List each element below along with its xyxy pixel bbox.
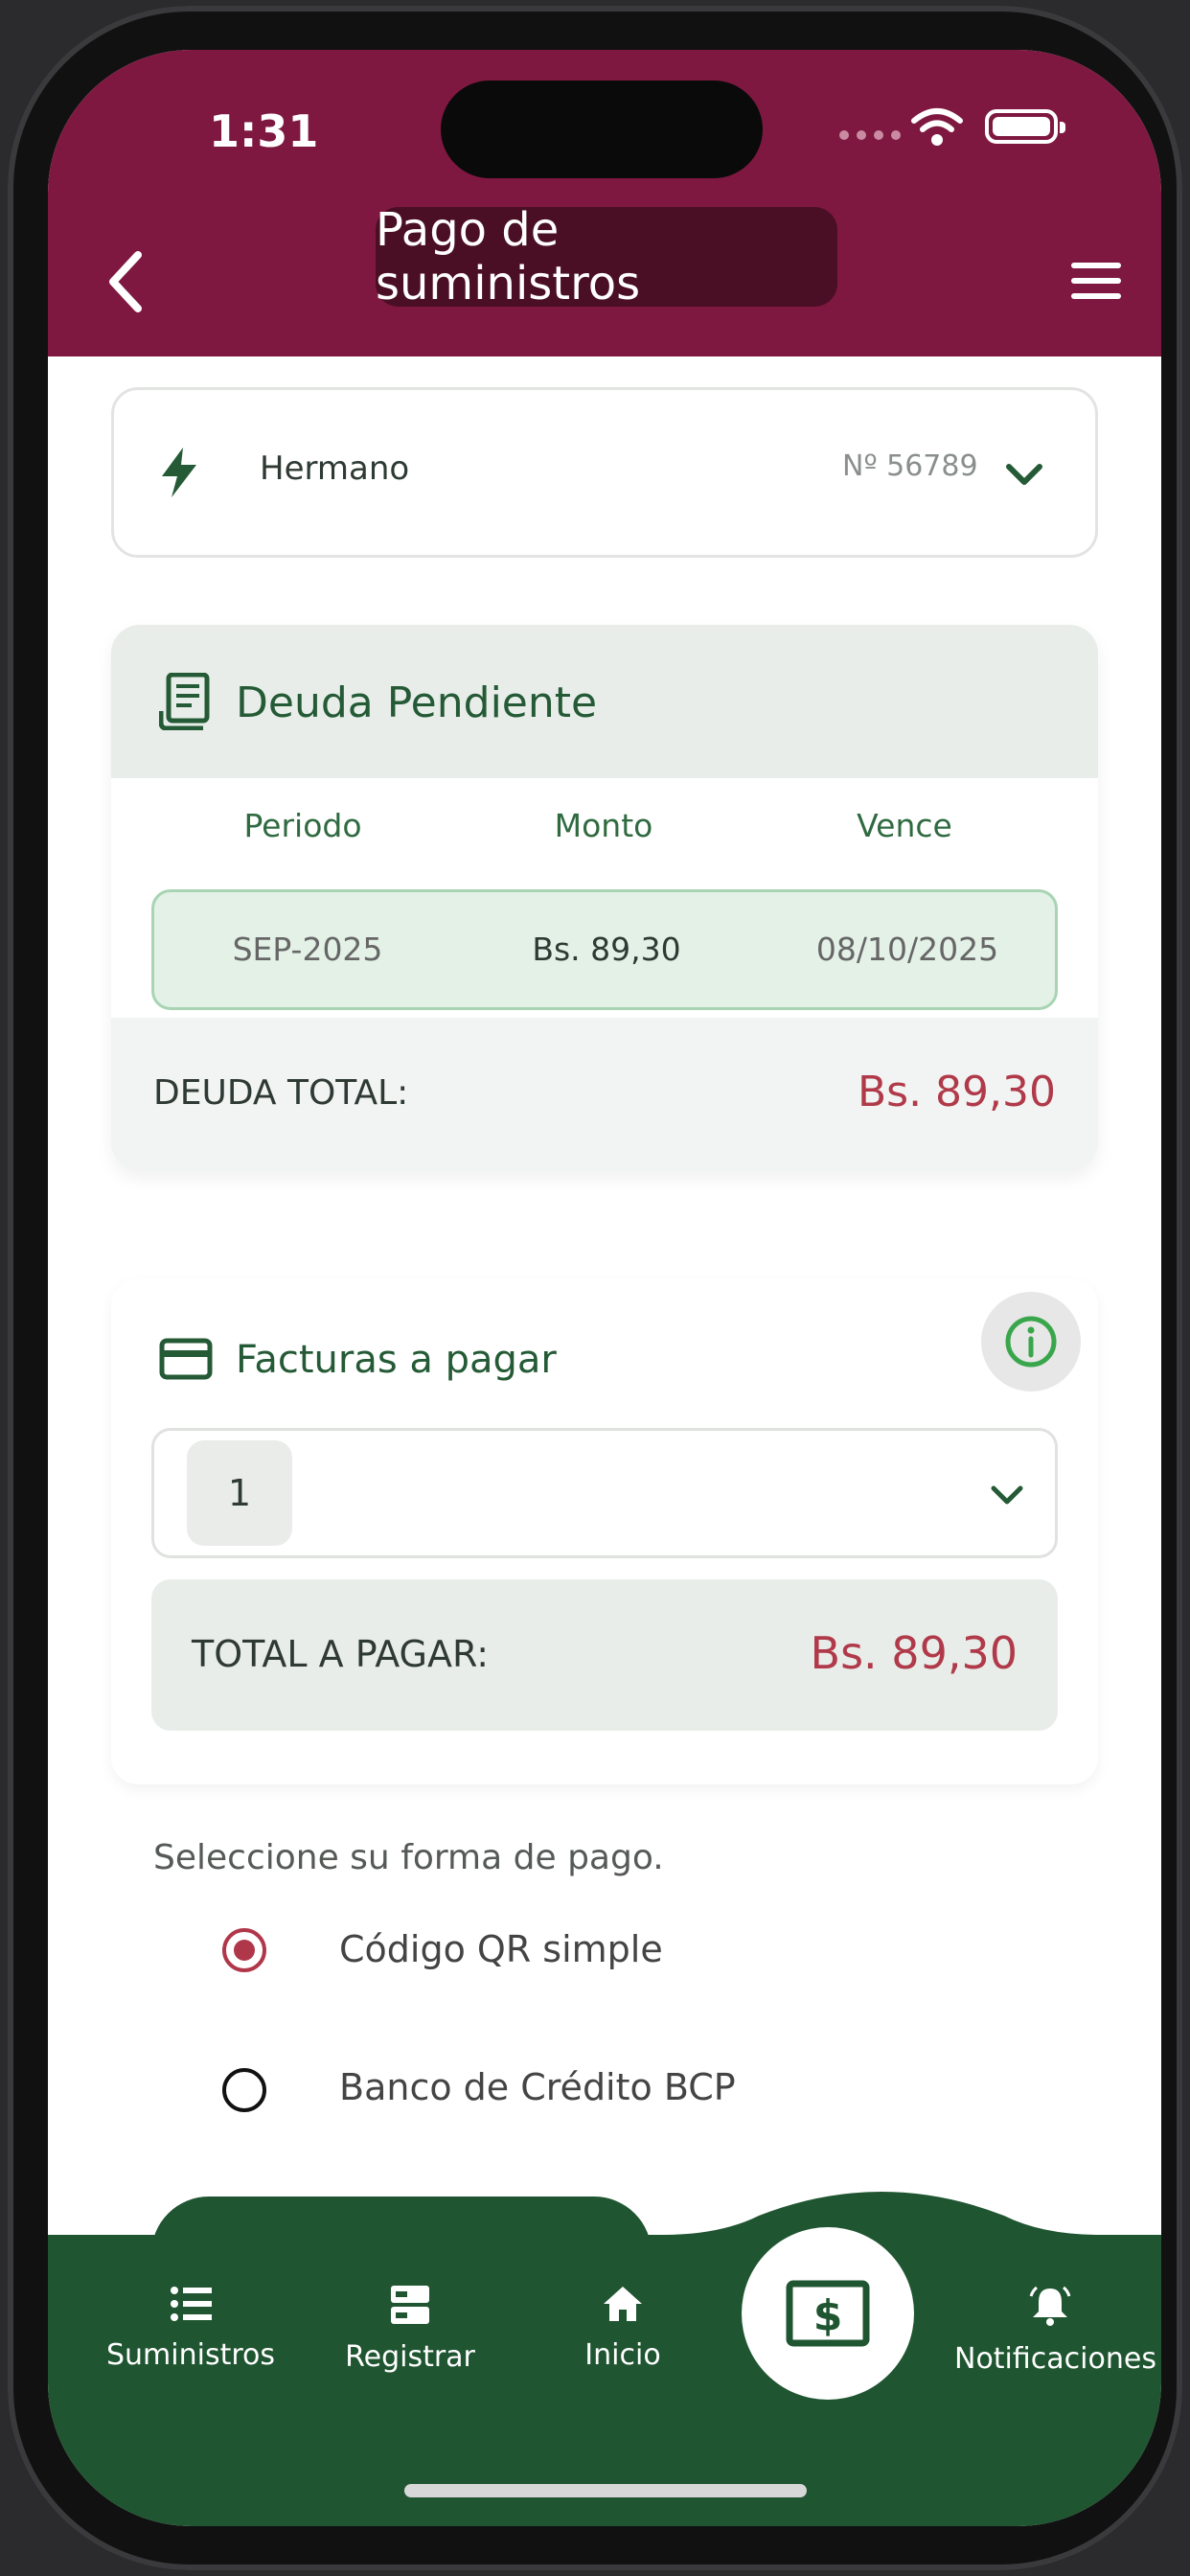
dollar-bill-icon: $ — [786, 2280, 870, 2347]
column-header-period: Periodo — [243, 807, 362, 844]
nav-item-inicio[interactable]: Inicio — [546, 2285, 699, 2372]
payment-prompt: Seleccione su forma de pago. — [153, 1838, 664, 1877]
receipt-icon — [159, 673, 210, 730]
nav-label-suministros: Suministros — [105, 2338, 275, 2372]
column-header-amount: Monto — [554, 807, 653, 844]
bottom-nav — [48, 2235, 1161, 2526]
supply-name: Hermano — [260, 449, 410, 488]
debt-header: Deuda Pendiente — [111, 625, 1098, 778]
quantity-value: 1 — [187, 1440, 292, 1546]
nav-item-notificaciones[interactable]: Notificaciones — [954, 2285, 1156, 2376]
hamburger-menu-icon[interactable] — [1071, 263, 1121, 309]
debt-title: Deuda Pendiente — [236, 678, 598, 727]
lightning-icon — [162, 448, 196, 497]
info-button[interactable] — [981, 1292, 1081, 1392]
column-header-due: Vence — [857, 807, 952, 844]
chevron-down-icon — [991, 1485, 1023, 1505]
home-icon — [604, 2287, 642, 2321]
back-arrow-icon[interactable] — [98, 243, 155, 320]
home-indicator[interactable] — [404, 2484, 807, 2497]
pay-center-button[interactable]: $ — [742, 2227, 914, 2400]
row-due: 08/10/2025 — [815, 931, 999, 968]
debt-total-value: Bs. 89,30 — [857, 1068, 1056, 1116]
supply-selector[interactable]: Hermano Nº 56789 — [111, 387, 1098, 558]
chevron-down-icon[interactable] — [1005, 463, 1043, 488]
nav-label-registrar: Registrar — [345, 2340, 475, 2374]
signal-icon — [839, 130, 901, 140]
bills-title: Facturas a pagar — [236, 1338, 557, 1382]
bills-to-pay-card: Facturas a pagar 1 TOTAL A PAGAR: Bs. 89… — [111, 1278, 1098, 1784]
top-bar: 1:31 Pago de suministros — [48, 50, 1161, 356]
nav-item-suministros[interactable]: Suministros — [80, 2285, 301, 2372]
wifi-icon — [911, 108, 963, 146]
nav-label-notificaciones: Notificaciones — [954, 2342, 1156, 2376]
page-title: Pago de suministros — [376, 203, 837, 310]
main-content: Hermano Nº 56789 Deuda Pendiente Periodo… — [48, 356, 1161, 2312]
battery-icon — [985, 109, 1065, 144]
list-icon — [171, 2287, 212, 2321]
status-time: 1:31 — [209, 105, 319, 157]
total-to-pay-label: TOTAL A PAGAR: — [192, 1633, 489, 1675]
server-icon — [391, 2286, 429, 2324]
phone-frame: 1:31 Pago de suministros Hermano Nº 5678… — [8, 6, 1182, 2570]
row-amount: Bs. 89,30 — [532, 931, 681, 968]
option-label-bcp[interactable]: Banco de Crédito BCP — [339, 2066, 736, 2108]
option-label-qr-simple[interactable]: Código QR simple — [339, 1928, 663, 1970]
bills-quantity-select[interactable]: 1 — [151, 1428, 1058, 1558]
radio-bcp[interactable] — [222, 2068, 266, 2112]
debt-total-bar: DEUDA TOTAL: Bs. 89,30 — [111, 1018, 1098, 1171]
supply-number: Nº 56789 — [842, 449, 978, 483]
credit-card-icon — [159, 1338, 213, 1380]
radio-qr-simple[interactable] — [222, 1928, 266, 1972]
svg-text:$: $ — [813, 2291, 843, 2340]
row-period: SEP-2025 — [232, 931, 383, 968]
total-to-pay-value: Bs. 89,30 — [810, 1627, 1018, 1679]
total-to-pay-bar: TOTAL A PAGAR: Bs. 89,30 — [151, 1579, 1058, 1731]
nav-label-inicio: Inicio — [584, 2338, 661, 2372]
bell-icon — [1029, 2286, 1071, 2326]
screen: 1:31 Pago de suministros Hermano Nº 5678… — [48, 50, 1161, 2526]
pending-debt-card: Deuda Pendiente Periodo Monto Vence SEP-… — [111, 625, 1098, 1171]
debt-total-label: DEUDA TOTAL: — [153, 1073, 409, 1113]
debt-row[interactable]: SEP-2025 Bs. 89,30 08/10/2025 — [151, 889, 1058, 1010]
info-icon — [1005, 1316, 1057, 1368]
dynamic-island — [441, 80, 763, 178]
nav-item-registrar[interactable]: Registrar — [314, 2285, 506, 2374]
